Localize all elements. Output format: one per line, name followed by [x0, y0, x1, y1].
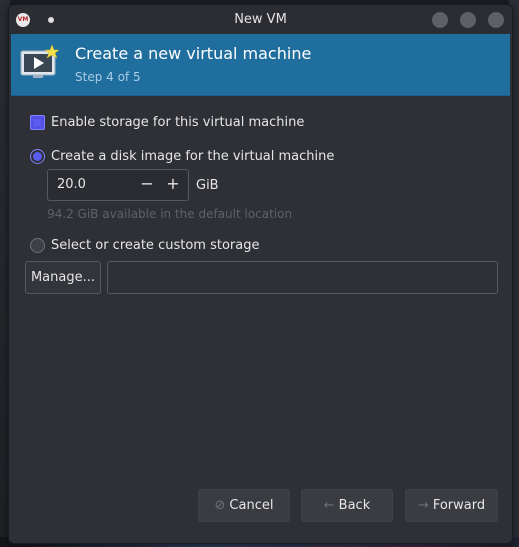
storage-path-input[interactable] — [107, 261, 498, 294]
create-disk-label[interactable]: Create a disk image for the virtual mach… — [51, 149, 334, 164]
custom-storage-radio[interactable] — [30, 238, 45, 253]
monitor-play-icon — [20, 44, 59, 78]
arrow-left-icon: ← — [323, 498, 335, 513]
maximize-button[interactable] — [460, 12, 476, 28]
disk-size-value[interactable]: 20.0 — [57, 177, 86, 192]
create-disk-radio[interactable] — [30, 149, 45, 164]
close-button[interactable] — [488, 12, 504, 28]
manage-button[interactable]: Manage... — [25, 261, 101, 294]
enable-storage-label[interactable]: Enable storage for this virtual machine — [51, 115, 304, 130]
step-indicator: Step 4 of 5 — [75, 70, 141, 84]
back-button-label: Back — [338, 498, 371, 513]
cancel-circle-icon: ⊘ — [214, 498, 226, 513]
custom-storage-label[interactable]: Select or create custom storage — [51, 238, 259, 253]
forward-button[interactable]: → Forward — [405, 489, 498, 522]
available-space-text: 94.2 GiB available in the default locati… — [47, 207, 293, 221]
forward-button-label: Forward — [432, 498, 486, 513]
size-unit-label: GiB — [196, 178, 219, 193]
back-button[interactable]: ← Back — [301, 489, 393, 522]
page-title: Create a new virtual machine — [75, 44, 312, 63]
disk-size-spinbutton[interactable]: 20.0 − + — [47, 169, 189, 201]
enable-storage-checkbox[interactable] — [30, 115, 45, 130]
cancel-button-label: Cancel — [229, 498, 274, 513]
arrow-right-icon: → — [417, 498, 429, 513]
increment-button[interactable]: + — [162, 170, 184, 200]
new-vm-dialog: VM New VM Create a new virtual machine S… — [8, 4, 513, 544]
minimize-button[interactable] — [432, 12, 448, 28]
wizard-header: Create a new virtual machine Step 4 of 5 — [11, 34, 510, 96]
titlebar: VM New VM — [9, 5, 512, 34]
decrement-button[interactable]: − — [136, 170, 158, 200]
cancel-button[interactable]: ⊘ Cancel — [198, 489, 290, 522]
